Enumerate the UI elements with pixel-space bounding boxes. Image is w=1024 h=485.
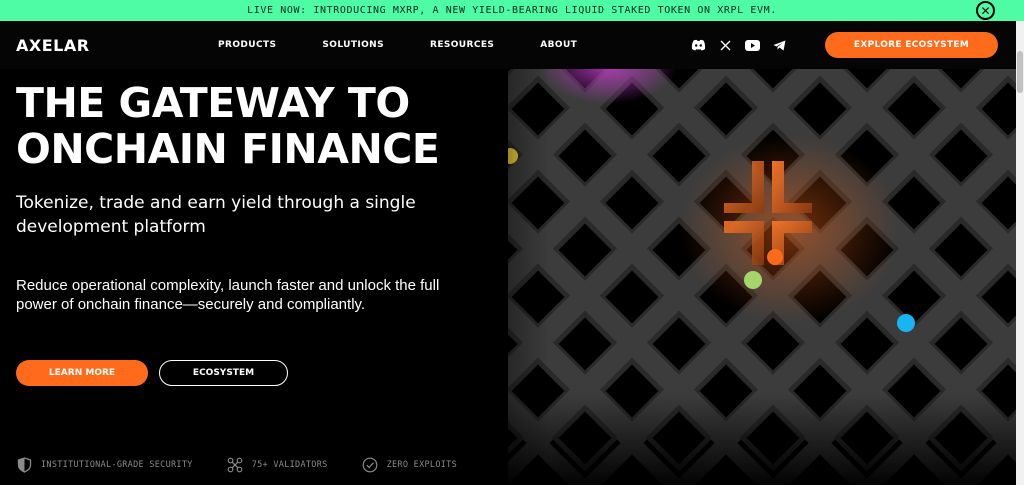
hero-subtitle: Tokenize, trade and earn yield through a…	[16, 193, 416, 237]
hero-artwork	[508, 69, 1016, 485]
hero-title-line-1: THE GATEWAY TO	[16, 79, 410, 127]
scrollbar[interactable]	[1016, 21, 1024, 485]
hero-body: Reduce operational complexity, launch fa…	[16, 277, 440, 313]
check-circle-icon	[362, 456, 379, 473]
validators-icon	[227, 456, 244, 473]
badge-label: INSTITUTIONAL-GRADE SECURITY	[41, 459, 193, 470]
learn-more-button[interactable]: LEARN MORE	[16, 360, 148, 386]
top-navigation: AXELAR PRODUCTS SOLUTIONS RESOURCES ABOU…	[0, 21, 1016, 69]
nav-link-about[interactable]: ABOUT	[540, 40, 577, 50]
badge-validators: 75+ VALIDATORS	[227, 456, 328, 473]
hero-title-line-2: ONCHAIN FINANCE	[16, 125, 440, 173]
youtube-icon[interactable]	[745, 38, 760, 52]
nav-link-products[interactable]: PRODUCTS	[218, 40, 276, 50]
trust-badges: INSTITUTIONAL-GRADE SECURITY 75+ VALIDAT…	[16, 456, 491, 473]
x-icon[interactable]	[718, 38, 733, 52]
badge-exploits: ZERO EXPLOITS	[362, 456, 457, 473]
nav-link-resources[interactable]: RESOURCES	[430, 40, 494, 50]
announcement-banner[interactable]: LIVE NOW: INTRODUCING MXRP, A NEW YIELD-…	[0, 0, 1024, 21]
discord-icon[interactable]	[691, 38, 706, 52]
diamond-grid-illustration	[508, 69, 1016, 485]
nav-link-solutions[interactable]: SOLUTIONS	[322, 40, 384, 50]
social-links	[691, 38, 787, 52]
badge-label: 75+ VALIDATORS	[251, 459, 328, 470]
close-icon[interactable]: ✕	[976, 1, 995, 20]
scrollbar-thumb[interactable]	[1017, 51, 1023, 93]
logo[interactable]: AXELAR	[16, 36, 90, 55]
telegram-icon[interactable]	[772, 38, 787, 52]
banner-text[interactable]: LIVE NOW: INTRODUCING MXRP, A NEW YIELD-…	[247, 5, 777, 16]
shield-icon	[16, 456, 33, 473]
explore-ecosystem-button[interactable]: EXPLORE ECOSYSTEM	[825, 32, 998, 58]
hero-title: THE GATEWAY TO ONCHAIN FINANCE	[16, 80, 496, 172]
badge-label: ZERO EXPLOITS	[386, 459, 457, 470]
nav-links: PRODUCTS SOLUTIONS RESOURCES ABOUT	[218, 40, 623, 50]
ecosystem-button[interactable]: ECOSYSTEM	[159, 360, 288, 386]
badge-security: INSTITUTIONAL-GRADE SECURITY	[16, 456, 193, 473]
